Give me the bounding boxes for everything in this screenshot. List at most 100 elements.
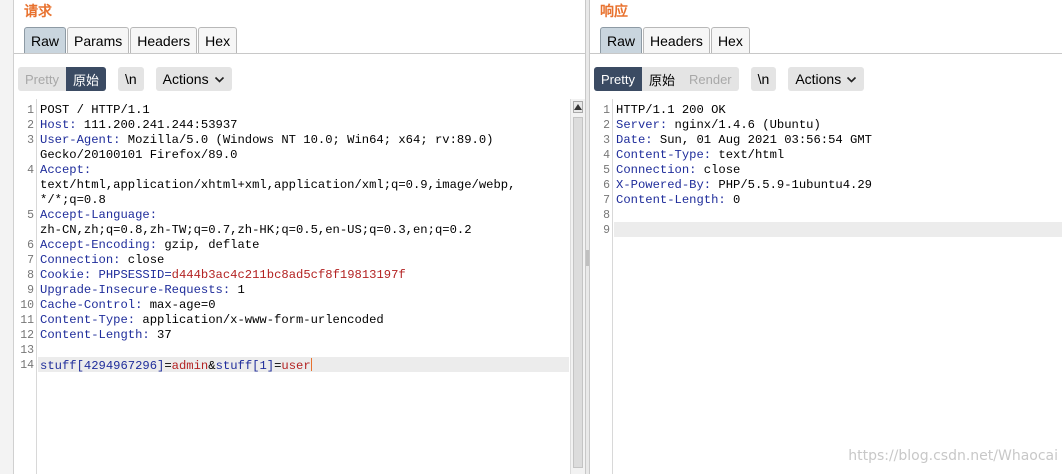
chevron-down-icon <box>846 74 857 85</box>
cookie-value: d444b3ac4c211bc8ad5cf8f19813197f <box>171 268 406 282</box>
pretty-toggle[interactable]: Pretty <box>594 67 642 91</box>
header-value: nginx/1.4.6 (Ubuntu) <box>667 118 821 132</box>
line-number: 6 <box>603 179 610 192</box>
line-number: 3 <box>603 134 610 147</box>
tab-raw[interactable]: Raw <box>24 27 67 53</box>
line-number: 13 <box>20 344 34 357</box>
line-number: 9 <box>603 224 610 237</box>
header-name: Upgrade-Insecure-Requests: <box>40 283 231 297</box>
code-line: Accept-Encoding: gzip, deflate <box>40 238 259 252</box>
raw-toggle[interactable]: 原始 <box>65 67 106 91</box>
param-value: user <box>281 359 311 373</box>
line-number: 7 <box>27 254 34 267</box>
header-value: Gecko/20100101 Firefox/89.0 <box>40 148 238 162</box>
code-line: Host: 111.200.241.244:53937 <box>40 118 237 132</box>
code-line: */*;q=0.8 <box>40 193 106 207</box>
header-value: 111.200.241.244:53937 <box>76 118 238 132</box>
line-number: 2 <box>603 119 610 132</box>
tab-headers[interactable]: Headers <box>643 27 710 53</box>
header-value: */*;q=0.8 <box>40 193 106 207</box>
request-editor[interactable]: 1 2 3 4 5 6 7 8 9 10 11 12 13 14 POST / HTTP/1.1 Host:… <box>14 99 585 474</box>
header-name: Host: <box>40 118 77 132</box>
header-value: close <box>120 253 165 267</box>
line-number: 5 <box>603 164 610 177</box>
header-value: application/x-www-form-urlencoded <box>135 313 384 327</box>
response-tabbar: Raw Headers Hex <box>600 27 751 53</box>
line-number: 2 <box>27 119 34 132</box>
tab-hex[interactable]: Hex <box>710 27 750 53</box>
code-line: X-Powered-By: PHP/5.5.9-1ubuntu4.29 <box>616 178 872 192</box>
header-name: Accept-Encoding: <box>40 238 158 252</box>
view-mode-toggle: Pretty 原始 <box>18 67 106 91</box>
header-name: Content-Length: <box>40 328 150 342</box>
raw-toggle[interactable]: 原始 <box>642 67 682 91</box>
code-line: stuff[4294967296]=admin&stuff[1]=user <box>40 358 312 373</box>
code-line: Gecko/20100101 Firefox/89.0 <box>40 148 237 162</box>
header-name: Content-Type: <box>616 148 712 162</box>
header-value: text/html,application/xhtml+xml,applicat… <box>40 178 516 192</box>
code-line: Content-Type: text/html <box>616 148 784 162</box>
tab-divider <box>14 53 585 54</box>
header-value: Sun, 01 Aug 2021 03:56:54 GMT <box>652 133 872 147</box>
line-number: 11 <box>20 314 34 327</box>
line-number: 5 <box>27 209 34 222</box>
pretty-toggle[interactable]: Pretty <box>18 67 66 91</box>
request-pane: 请求 Raw Params Headers Hex Pretty 原始 \n A… <box>14 0 585 474</box>
line-number: 10 <box>20 299 34 312</box>
newline-toggle-button[interactable]: \n <box>117 67 144 91</box>
code-line: Upgrade-Insecure-Requests: 1 <box>40 283 245 297</box>
header-name: Server: <box>616 118 668 132</box>
line-number: 1 <box>27 104 34 117</box>
line-number: 7 <box>603 194 610 207</box>
header-value: HTTP/1.1 200 OK <box>616 103 726 117</box>
line-number: 8 <box>27 269 34 282</box>
header-name: Content-Length: <box>616 193 726 207</box>
header-name: Accept-Language: <box>40 208 158 222</box>
header-value: text/html <box>711 148 785 162</box>
header-name: Date: <box>616 133 653 147</box>
scrollbar-thumb[interactable] <box>573 117 583 468</box>
actions-button[interactable]: Actions <box>155 67 232 91</box>
code-line: Cookie: PHPSESSID=d444b3ac4c211bc8ad5cf8… <box>40 268 406 282</box>
response-title: 响应 <box>600 3 628 19</box>
code-line: Cache-Control: max-age=0 <box>40 298 216 312</box>
actions-button[interactable]: Actions <box>788 67 865 91</box>
request-toolbar: Pretty 原始 \n Actions <box>18 67 232 91</box>
code-line: zh-CN,zh;q=0.8,zh-TW;q=0.7,zh-HK;q=0.5,e… <box>40 223 472 237</box>
code-line: Server: nginx/1.4.6 (Ubuntu) <box>616 118 821 132</box>
code-line: Accept-Language: <box>40 208 157 222</box>
line-number-gutter: 1 2 3 4 5 6 7 8 9 10 11 12 13 14 <box>14 99 37 474</box>
render-toggle[interactable]: Render <box>682 67 739 91</box>
response-editor[interactable]: 1 2 3 4 5 6 7 8 9 HTTP/1.1 200 OK Server: nginx/1… <box>590 99 1062 474</box>
header-name: Content-Type: <box>40 313 136 327</box>
tab-params[interactable]: Params <box>67 27 130 53</box>
code-line: text/html,application/xhtml+xml,applicat… <box>40 178 515 192</box>
chevron-down-icon <box>214 74 225 85</box>
request-tabbar: Raw Params Headers Hex <box>24 27 238 53</box>
tab-raw[interactable]: Raw <box>600 27 643 53</box>
view-mode-toggle: Pretty 原始 Render <box>594 67 739 91</box>
current-line-highlight <box>614 222 1062 237</box>
param-value: admin <box>171 359 209 373</box>
header-value: Mozilla/5.0 (Windows NT 10.0; Win64; x64… <box>120 133 494 147</box>
code-line: User-Agent: Mozilla/5.0 (Windows NT 10.0… <box>40 133 493 147</box>
line-number-gutter: 1 2 3 4 5 6 7 8 9 <box>590 99 613 474</box>
header-name: Connection: <box>40 253 121 267</box>
splitter-grip[interactable] <box>586 250 589 266</box>
code-line: Content-Type: application/x-www-form-url… <box>40 313 384 327</box>
line-number: 1 <box>603 104 610 117</box>
param-name: stuff[1] <box>215 359 275 373</box>
scroll-up-arrow-icon[interactable] <box>573 101 583 113</box>
code-line: Content-Length: 0 <box>616 193 740 207</box>
line-number: 9 <box>27 284 34 297</box>
line-number: 3 <box>27 134 34 147</box>
text-cursor <box>310 358 312 371</box>
header-value <box>91 268 98 282</box>
param-operator: & <box>208 359 216 373</box>
request-scrollbar[interactable] <box>570 99 585 474</box>
tab-headers[interactable]: Headers <box>130 27 198 53</box>
tab-hex[interactable]: Hex <box>198 27 238 53</box>
watermark: https://blog.csdn.net/Whaocai <box>848 448 1058 464</box>
newline-toggle-button[interactable]: \n <box>750 67 777 91</box>
actions-label: Actions <box>162 71 209 87</box>
